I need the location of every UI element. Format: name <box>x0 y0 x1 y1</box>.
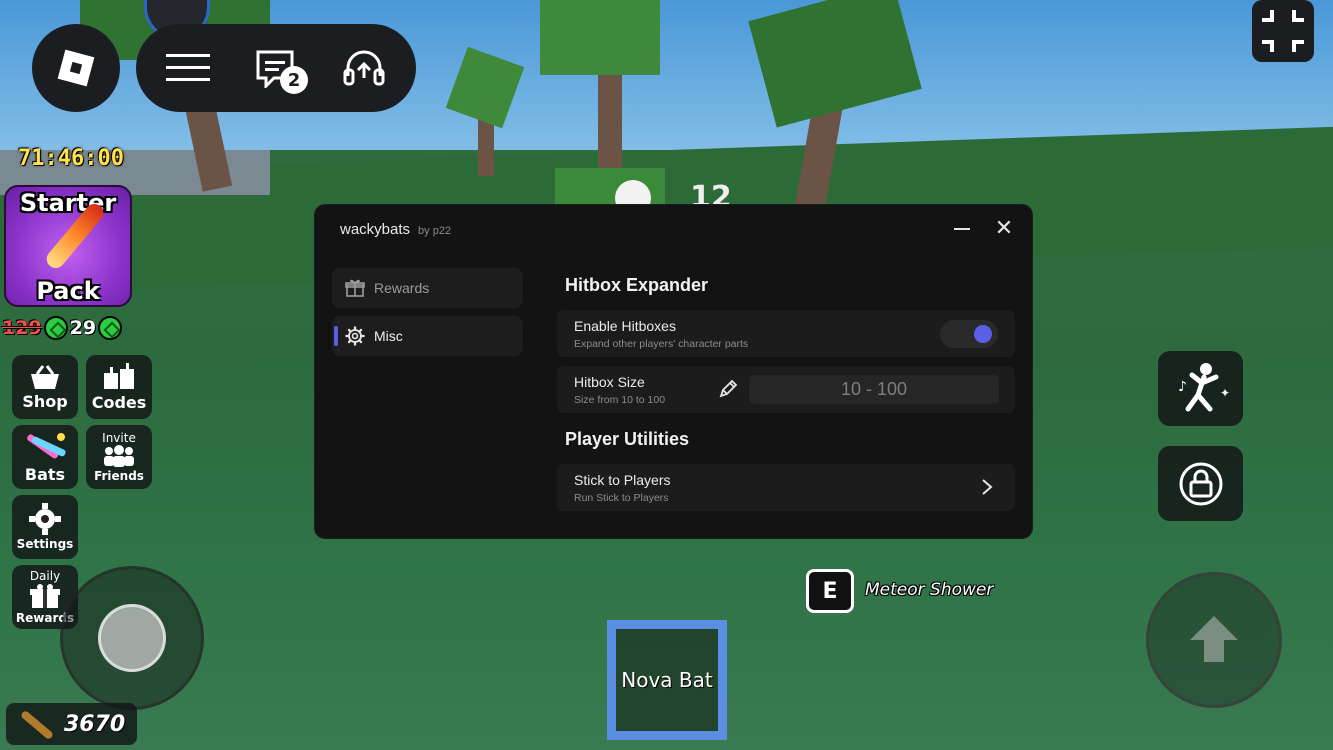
toggle-knob <box>974 325 992 343</box>
settings-button[interactable]: Settings <box>12 495 78 559</box>
joystick-thumb[interactable] <box>98 604 166 672</box>
section-title-player-utilities: Player Utilities <box>565 429 690 449</box>
stick-to-players-button[interactable]: Stick to Players Run Stick to Players <box>557 464 1015 511</box>
close-button[interactable]: ✕ <box>993 217 1015 239</box>
bats-label: Bats <box>24 464 66 484</box>
old-price: 129 <box>2 317 42 339</box>
chevron-right-icon <box>977 476 997 498</box>
row-description: Size from 10 to 100 <box>574 394 666 406</box>
nav-item-rewards[interactable]: Rewards <box>332 268 523 308</box>
daily-label: Daily <box>29 569 61 583</box>
row-description: Run Stick to Players <box>574 492 669 504</box>
pencil-icon <box>717 378 739 400</box>
nav-item-misc[interactable]: Misc <box>332 316 523 356</box>
emote-button[interactable]: ♪ ✦ <box>1158 351 1243 426</box>
enable-hitboxes-row[interactable]: Enable Hitboxes Expand other players' ch… <box>557 310 1015 357</box>
shrink-icon <box>1262 10 1304 52</box>
friends-label: Friends <box>94 469 144 483</box>
people-icon <box>104 445 134 467</box>
hamburger-menu-button[interactable] <box>160 40 216 96</box>
interact-action-label: Meteor Shower <box>865 580 994 600</box>
panel-subtitle: by p22 <box>418 225 452 237</box>
shift-lock-button[interactable] <box>1158 446 1243 521</box>
robux-icon <box>43 316 68 340</box>
shop-label: Shop <box>22 391 68 411</box>
panel-title-text: wackybats <box>340 221 411 238</box>
shop-button[interactable]: Shop <box>12 355 78 419</box>
nav-label-misc: Misc <box>374 328 403 344</box>
hotbar-item-label: Nova Bat <box>621 668 713 692</box>
robux-icon <box>98 316 123 340</box>
roblox-menu-button[interactable] <box>32 24 120 112</box>
gift-icon <box>30 584 60 608</box>
chat-notification-badge: 2 <box>280 66 308 94</box>
section-title-hitbox: Hitbox Expander <box>565 275 709 295</box>
roblox-logo-icon <box>57 49 95 87</box>
starter-pack-price: 129 29 <box>2 313 123 343</box>
tree-leaves <box>540 0 660 75</box>
invite-label: Invite <box>102 431 136 445</box>
svg-text:♪: ♪ <box>1178 379 1187 395</box>
panel-title: wackybats by p22 <box>340 221 451 238</box>
gear-icon <box>344 325 366 347</box>
active-indicator <box>334 326 338 346</box>
row-title: Stick to Players <box>574 472 671 488</box>
settings-label: Settings <box>16 537 74 551</box>
starter-pack-title: Starter <box>19 189 117 217</box>
codes-button[interactable]: Codes <box>86 355 152 419</box>
dancing-icon: ♪ ✦ <box>1178 363 1230 412</box>
row-title: Enable Hitboxes <box>574 318 676 334</box>
roblox-topbar: 2 <box>136 24 416 112</box>
jump-button[interactable] <box>1146 572 1282 708</box>
bats-button[interactable]: Bats <box>12 425 78 489</box>
offer-timer: 71:46:00 <box>18 146 124 171</box>
script-panel: wackybats by p22 ✕ Rewards Misc Hitbox E… <box>315 205 1032 538</box>
gift-icon <box>344 277 366 299</box>
invite-friends-button[interactable]: Invite Friends <box>86 425 152 489</box>
gift-boxes-icon <box>104 362 134 389</box>
rainbow-bats-icon <box>27 432 66 458</box>
coin-value: 3670 <box>64 711 126 737</box>
hamburger-icon <box>166 54 210 81</box>
enable-hitboxes-toggle[interactable] <box>940 320 998 348</box>
hitbox-size-input[interactable]: 10 - 100 <box>749 375 999 404</box>
arrow-up-icon <box>1190 616 1238 662</box>
headset-icon <box>343 50 385 86</box>
basket-icon <box>31 364 59 389</box>
exit-fullscreen-button[interactable] <box>1252 0 1314 62</box>
tree-trunk <box>598 60 622 180</box>
new-price: 29 <box>69 317 97 339</box>
hitbox-size-row: Hitbox Size Size from 10 to 100 10 - 100 <box>557 366 1015 413</box>
interact-key-prompt[interactable]: E <box>806 569 854 613</box>
starter-pack-subtitle: Pack <box>36 277 100 305</box>
hotbar-slot[interactable]: Nova Bat <box>607 620 727 740</box>
minimize-button[interactable] <box>952 219 972 239</box>
gear-icon <box>29 503 61 535</box>
nav-label-rewards: Rewards <box>374 280 430 296</box>
row-title: Hitbox Size <box>574 374 645 390</box>
row-description: Expand other players' character parts <box>574 338 749 350</box>
voice-button[interactable] <box>336 40 392 96</box>
bat-icon <box>19 709 55 741</box>
svg-text:✦: ✦ <box>1220 386 1230 400</box>
starter-pack-button[interactable]: Starter Pack <box>4 185 132 307</box>
lock-icon <box>1179 462 1222 505</box>
codes-label: Codes <box>91 392 147 412</box>
coin-counter: 3670 <box>6 703 137 745</box>
